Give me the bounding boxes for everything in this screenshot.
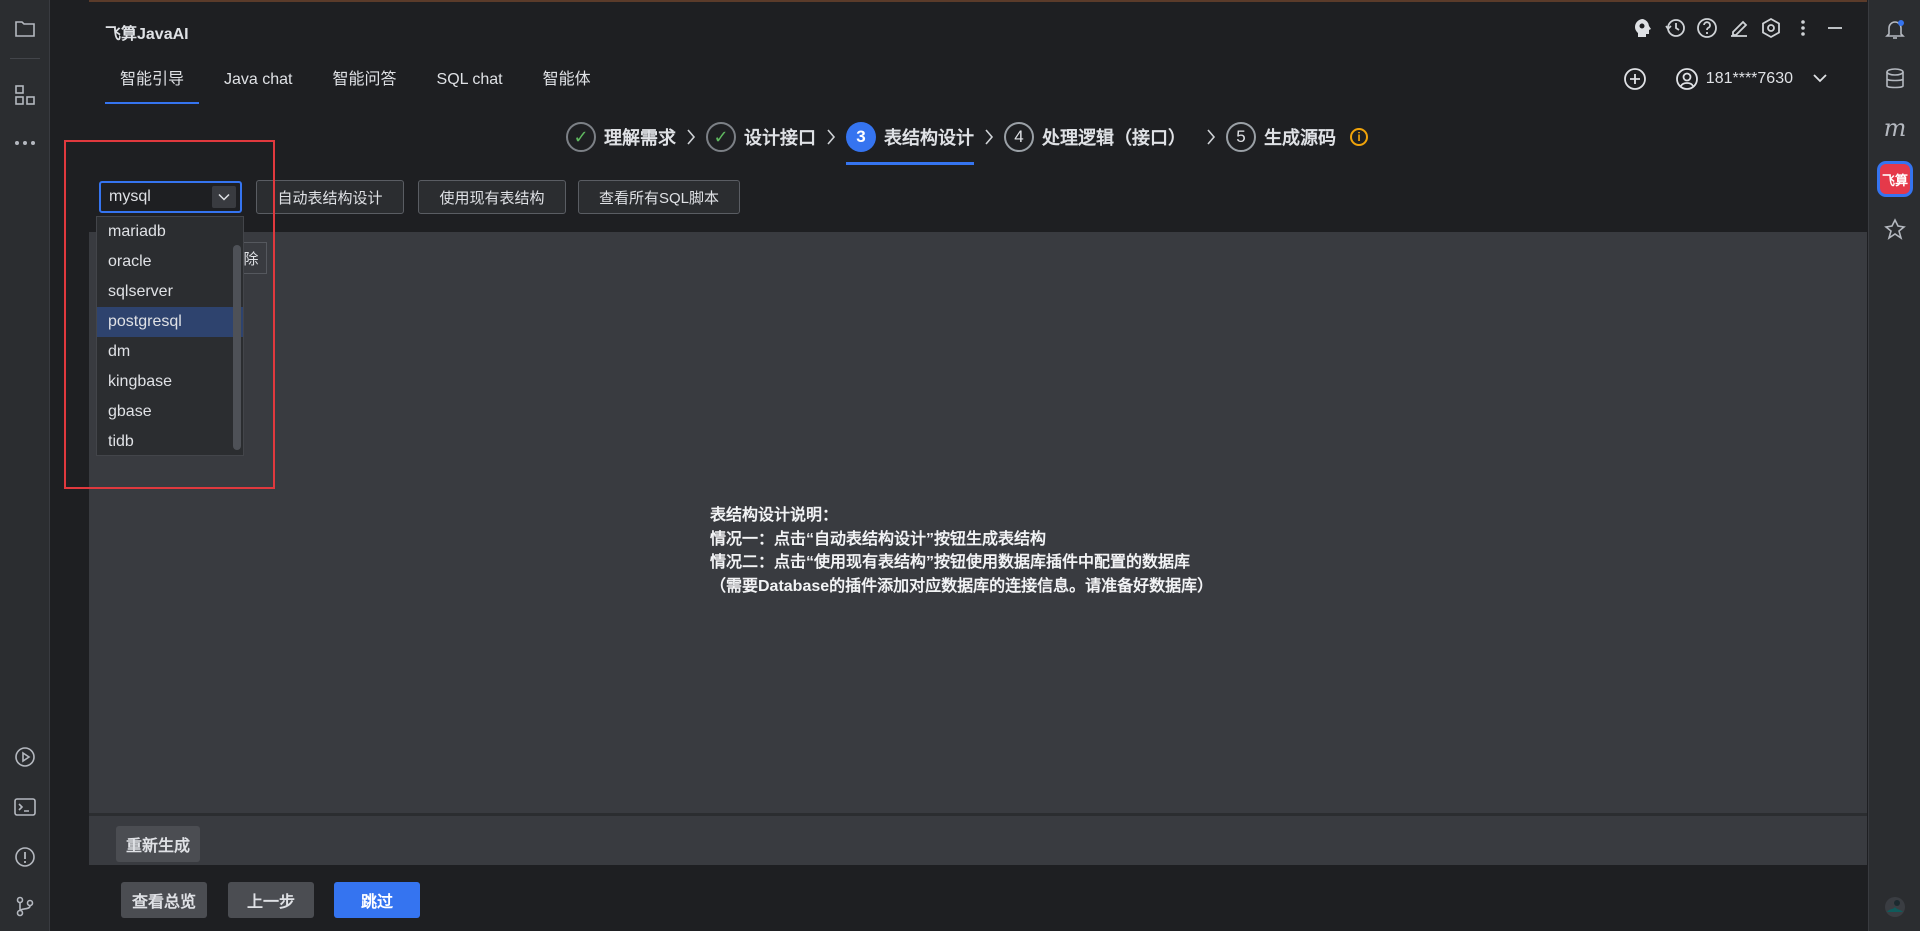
use-existing-tables-button[interactable]: 使用现有表结构 [418,180,566,214]
tab-smart-qa[interactable]: 智能问答 [318,66,412,104]
tab-agent[interactable]: 智能体 [528,66,606,104]
highlight-annotation-box [64,140,275,489]
add-circle-icon[interactable] [1622,66,1648,92]
panel-top-line [89,0,1867,2]
feisuan-panel: 飞算JavaAI 智能引导 Java chat 智能问答 SQL chat 智能… [89,0,1867,931]
table-design-content: 除 表结构设计说明： 情况一：点击“自动表结构设计”按钮生成表结构 情况二：点击… [89,232,1867,813]
panel-header-actions [1631,16,1847,40]
services-icon[interactable] [10,742,40,772]
step-indicator: ✓ 理解需求 ✓ 设计接口 3 表结构设计 4 处理逻辑（接口） 5 生成源码 … [566,117,1368,165]
view-all-sql-button[interactable]: 查看所有SQL脚本 [578,180,740,214]
auto-table-design-button[interactable]: 自动表结构设计 [256,180,404,214]
step-label: 表结构设计 [884,128,974,148]
git-branch-icon[interactable] [10,891,40,921]
edit-icon[interactable] [1727,16,1751,40]
user-area: 181****7630 [1622,66,1827,92]
tab-sql-chat[interactable]: SQL chat [422,66,518,104]
check-icon: ✓ [706,122,736,152]
instructions-title: 表结构设计说明： [710,507,839,524]
tab-java-chat[interactable]: Java chat [209,66,307,104]
user-avatar-icon[interactable] [1674,66,1700,92]
step-label: 生成源码 [1264,128,1336,148]
chevron-right-icon [1200,122,1222,152]
footer-navigation: 查看总览 上一步 跳过 [89,865,1867,931]
maven-icon[interactable]: m [1880,113,1910,143]
view-overview-button[interactable]: 查看总览 [121,882,207,918]
skip-button[interactable]: 跳过 [334,882,420,918]
step-number: 4 [1004,122,1034,152]
profile-avatar-icon[interactable] [1880,892,1910,922]
tab-smart-guide[interactable]: 智能引导 [105,66,200,104]
chevron-down-icon[interactable] [1813,70,1827,88]
instructions-line: （需要Database的插件添加对应数据库的连接信息。请准备好数据库） [710,577,1214,595]
left-tool-strip [0,0,50,931]
right-tool-strip: m 飞算 [1868,0,1920,931]
step-number: 3 [846,122,876,152]
settings-icon[interactable] [1759,16,1783,40]
bottom-action-bar: 重新生成 [89,813,1867,865]
ai-assistant-icon[interactable] [1880,214,1910,244]
instructions-line: 情况二：点击“使用现有表结构”按钮使用数据库插件中配置的数据库 [710,554,1191,571]
notifications-icon[interactable] [1880,14,1910,44]
step-label: 处理逻辑（接口） [1042,128,1186,148]
more-icon[interactable] [10,128,40,158]
step-generate-code[interactable]: 5 生成源码 [1226,117,1336,157]
problems-icon[interactable] [10,842,40,872]
step-label: 理解需求 [604,128,676,148]
regenerate-button[interactable]: 重新生成 [116,826,200,862]
step-label: 设计接口 [744,128,816,148]
main-tabs: 智能引导 Java chat 智能问答 SQL chat 智能体 [105,66,616,104]
ai-head-icon[interactable] [1631,16,1655,40]
step-understand-requirements[interactable]: ✓ 理解需求 [566,117,676,157]
history-icon[interactable] [1663,16,1687,40]
check-icon: ✓ [566,122,596,152]
strip-separator [10,58,40,59]
info-icon[interactable]: i [1350,128,1368,146]
user-name[interactable]: 181****7630 [1706,70,1793,88]
more-vertical-icon[interactable] [1791,16,1815,40]
help-icon[interactable] [1695,16,1719,40]
structure-icon[interactable] [10,80,40,110]
terminal-icon[interactable] [10,792,40,822]
feisuan-plugin-icon[interactable]: 飞算 [1880,164,1910,194]
chevron-right-icon [680,122,702,152]
step-number: 5 [1226,122,1256,152]
project-folder-icon[interactable] [10,14,40,44]
app-title: 飞算JavaAI [105,26,189,43]
design-instructions: 表结构设计说明： 情况一：点击“自动表结构设计”按钮生成表结构 情况二：点击“使… [710,504,1213,598]
chevron-right-icon [820,122,842,152]
chevron-right-icon [978,122,1000,152]
step-table-design[interactable]: 3 表结构设计 [846,117,974,165]
database-icon[interactable] [1880,64,1910,94]
previous-step-button[interactable]: 上一步 [228,882,314,918]
minimize-icon[interactable] [1823,16,1847,40]
step-design-interface[interactable]: ✓ 设计接口 [706,117,816,157]
step-process-logic[interactable]: 4 处理逻辑（接口） [1004,117,1186,157]
instructions-line: 情况一：点击“自动表结构设计”按钮生成表结构 [710,530,1047,548]
